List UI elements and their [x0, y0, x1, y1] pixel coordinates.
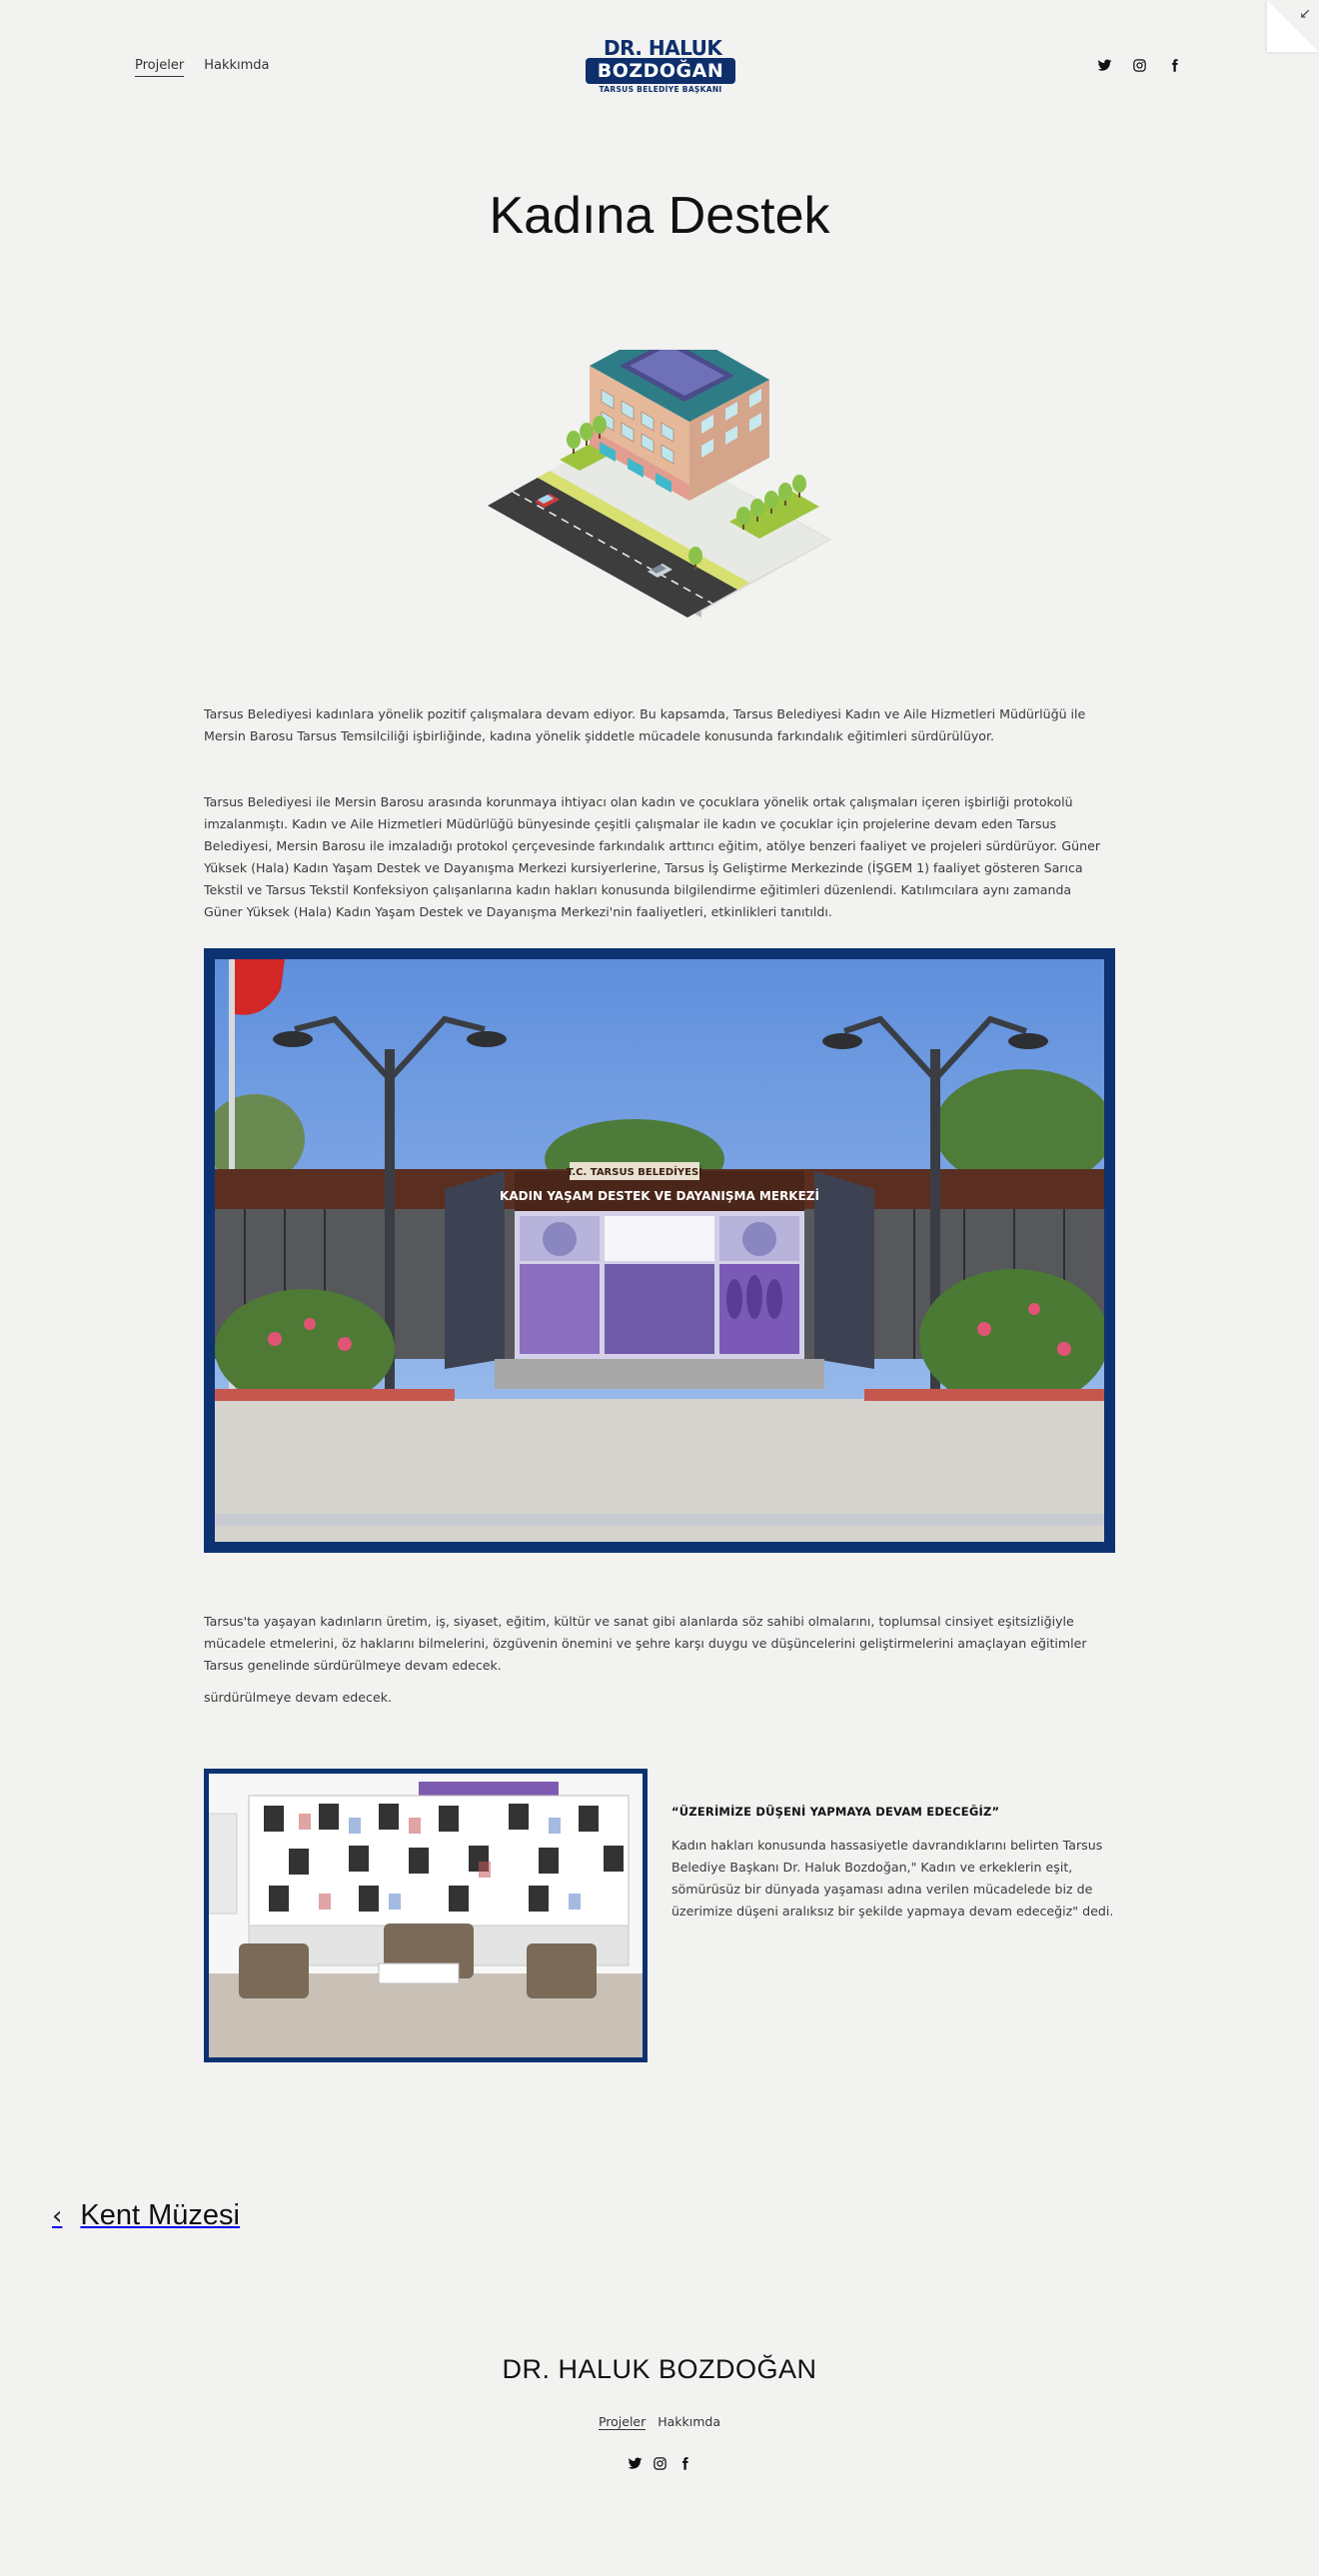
- top-nav: Projeler Hakkımda: [135, 58, 270, 77]
- previous-project-label: Kent Müzesi: [80, 2199, 240, 2231]
- continuation-text: sürdürülmeye devam edecek.: [204, 1690, 392, 1705]
- footer-title: DR. HALUK BOZDOĞAN: [502, 2354, 817, 2384]
- footer-nav-projeler[interactable]: Projeler: [598, 2414, 647, 2430]
- logo-line-1: DR. HALUK: [604, 36, 722, 60]
- nav-hakkimda[interactable]: Hakkımda: [204, 58, 269, 77]
- page-title: Kadına Destek: [489, 187, 830, 245]
- education-paragraph: Tarsus'ta yaşayan kadınların üretim, iş,…: [204, 1614, 1087, 1673]
- facebook-icon[interactable]: [677, 2456, 692, 2471]
- site-logo[interactable]: DR. HALUK BOZDOĞAN TARSUS BELEDİYE BAŞKA…: [584, 36, 737, 94]
- social-links-bottom: [628, 2456, 692, 2471]
- logo-box: BOZDOĞAN: [586, 58, 735, 84]
- quote-title: “ÜZERİMİZE DÜŞENİ YAPMAYA DEVAM EDECEĞİZ…: [671, 1805, 1000, 1819]
- previous-project-link[interactable]: ‹ Kent Müzesi: [52, 2199, 240, 2232]
- chevron-left-icon: ‹: [52, 2200, 63, 2231]
- quote-body: Kadın hakları konusunda hassasiyetle dav…: [671, 1838, 1114, 1919]
- intro-paragraph: Tarsus Belediyesi kadınlara yönelik pozi…: [204, 706, 1086, 743]
- logo-line-2: BOZDOĞAN: [597, 60, 724, 82]
- facebook-icon[interactable]: [1167, 58, 1182, 73]
- footer-nav: Projeler Hakkımda: [0, 2414, 1319, 2430]
- sign-main: KADIN YAŞAM DESTEK VE DAYANIŞMA MERKEZİ: [500, 1188, 819, 1203]
- instagram-icon[interactable]: [1132, 58, 1147, 73]
- social-links-top: [1097, 58, 1182, 73]
- footer-nav-hakkimda[interactable]: Hakkımda: [658, 2414, 720, 2430]
- library-room-photo: [204, 1769, 648, 2062]
- building-illustration: [480, 323, 839, 620]
- instagram-icon[interactable]: [653, 2456, 667, 2471]
- protocol-paragraph: Tarsus Belediyesi ile Mersin Barosu aras…: [204, 794, 1101, 919]
- twitter-icon[interactable]: [628, 2456, 643, 2471]
- center-building-photo: T.C. TARSUS BELEDİYESİ KADIN YAŞAM DESTE…: [204, 948, 1115, 1553]
- twitter-icon[interactable]: [1097, 58, 1112, 73]
- sign-top: T.C. TARSUS BELEDİYESİ: [567, 1164, 702, 1178]
- logo-line-3: TARSUS BELEDİYE BAŞKANI: [599, 85, 722, 94]
- site-header: Projeler Hakkımda DR. HALUK BOZDOĞAN TAR…: [0, 0, 1319, 135]
- nav-projeler[interactable]: Projeler: [135, 58, 185, 77]
